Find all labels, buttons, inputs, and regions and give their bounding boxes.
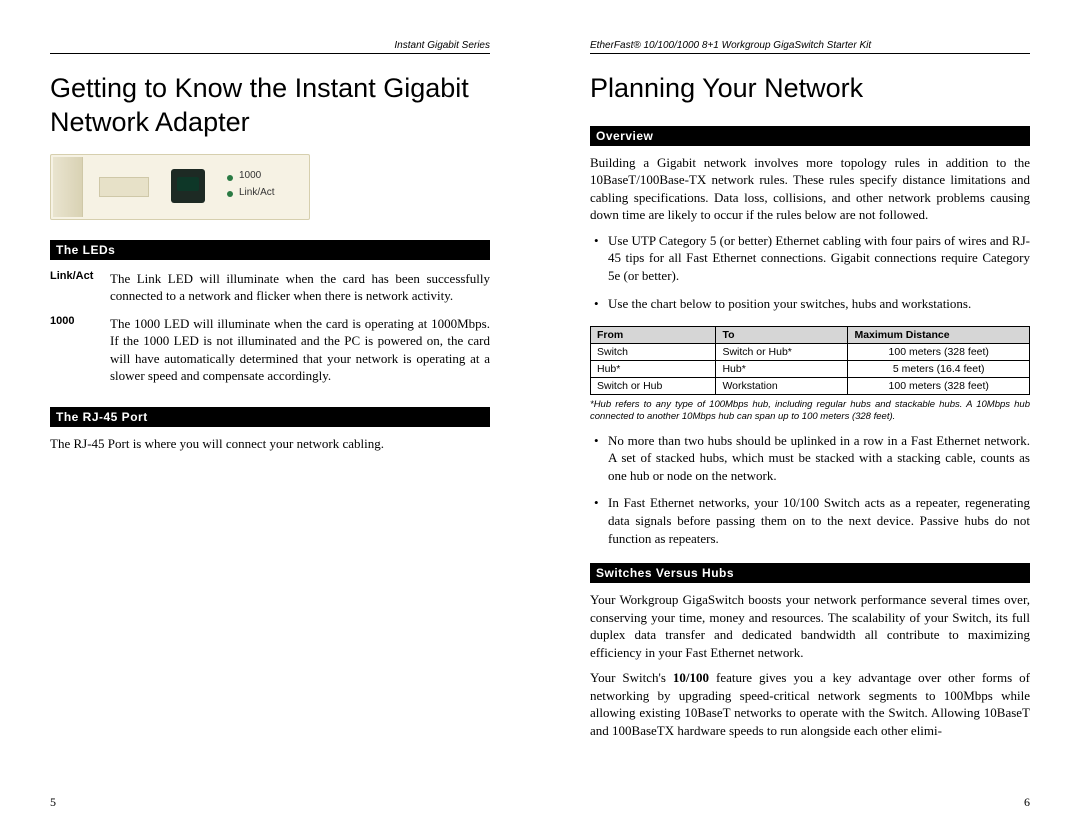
page-title-left: Getting to Know the Instant Gigabit Netw… bbox=[50, 72, 490, 140]
table-row: Hub* Hub* 5 meters (16.4 feet) bbox=[591, 361, 1030, 378]
table-row: Switch or Hub Workstation 100 meters (32… bbox=[591, 378, 1030, 395]
running-header-right: EtherFast® 10/100/1000 8+1 Workgroup Gig… bbox=[590, 40, 1030, 54]
rj45-port-icon bbox=[171, 169, 205, 203]
page-title-right: Planning Your Network bbox=[590, 72, 1030, 106]
page-right: EtherFast® 10/100/1000 8+1 Workgroup Gig… bbox=[540, 0, 1080, 834]
led-1000-icon bbox=[227, 175, 233, 181]
led-linkact-term: Link/Act bbox=[50, 270, 110, 305]
led-1000-term: 1000 bbox=[50, 315, 110, 385]
led-1000-body: The 1000 LED will illuminate when the ca… bbox=[110, 315, 490, 385]
rj45-body: The RJ-45 Port is where you will connect… bbox=[50, 435, 490, 453]
adapter-illustration: 1000 Link/Act bbox=[50, 154, 310, 220]
page-left: Instant Gigabit Series Getting to Know t… bbox=[0, 0, 540, 834]
section-switches: Switches Versus Hubs bbox=[590, 563, 1030, 583]
switches-p1: Your Workgroup GigaSwitch boosts your ne… bbox=[590, 591, 1030, 661]
section-rj45: The RJ-45 Port bbox=[50, 407, 490, 427]
led-1000-label: 1000 bbox=[239, 170, 261, 181]
led-linkact-row: Link/Act The Link LED will illuminate wh… bbox=[50, 270, 490, 305]
section-overview: Overview bbox=[590, 126, 1030, 146]
led-linkact-body: The Link LED will illuminate when the ca… bbox=[110, 270, 490, 305]
overview-bullets-2: No more than two hubs should be uplinked… bbox=[590, 432, 1030, 557]
distance-table: From To Maximum Distance Switch Switch o… bbox=[590, 326, 1030, 395]
switches-p2: Your Switch's 10/100 feature gives you a… bbox=[590, 669, 1030, 739]
running-header-left: Instant Gigabit Series bbox=[50, 40, 490, 54]
table-header-max: Maximum Distance bbox=[848, 327, 1030, 344]
section-leds: The LEDs bbox=[50, 240, 490, 260]
table-row: Switch Switch or Hub* 100 meters (328 fe… bbox=[591, 344, 1030, 361]
bullet-cabling: Use UTP Category 5 (or better) Ethernet … bbox=[590, 232, 1030, 285]
overview-bullets-1: Use UTP Category 5 (or better) Ethernet … bbox=[590, 232, 1030, 322]
table-header-to: To bbox=[716, 327, 848, 344]
led-1000-row: 1000 The 1000 LED will illuminate when t… bbox=[50, 315, 490, 385]
bullet-chart-intro: Use the chart below to position your swi… bbox=[590, 295, 1030, 313]
page-number-left: 5 bbox=[50, 795, 56, 810]
table-footnote: *Hub refers to any type of 100Mbps hub, … bbox=[590, 399, 1030, 424]
table-header-from: From bbox=[591, 327, 716, 344]
bullet-hub-limit: No more than two hubs should be uplinked… bbox=[590, 432, 1030, 485]
overview-body: Building a Gigabit network involves more… bbox=[590, 154, 1030, 224]
led-linkact-icon bbox=[227, 191, 233, 197]
page-number-right: 6 bbox=[1024, 795, 1030, 810]
led-linkact-label: Link/Act bbox=[239, 187, 275, 198]
bullet-repeater: In Fast Ethernet networks, your 10/100 S… bbox=[590, 494, 1030, 547]
